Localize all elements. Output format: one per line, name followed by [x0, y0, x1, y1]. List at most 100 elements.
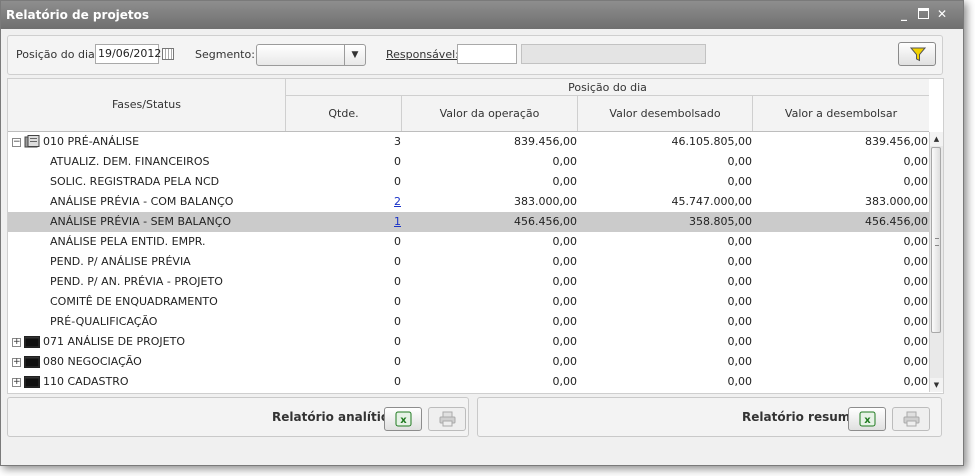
collapse-icon[interactable]: −	[12, 138, 21, 147]
maximize-icon[interactable]	[915, 6, 931, 22]
cell-value: 0,00	[727, 175, 753, 188]
scroll-up-icon[interactable]: ▲	[930, 132, 943, 146]
cell-valor-desembolsado: 0,00	[578, 252, 753, 272]
cell-value: 0	[394, 355, 401, 368]
cell-fase-status: +071 ANÁLISE DE PROJETO	[8, 332, 286, 352]
cell-fase-status: PEND. P/ ANÁLISE PRÉVIA	[8, 252, 286, 272]
svg-text:x: x	[400, 415, 407, 426]
segmento-select[interactable]: ▼	[256, 44, 366, 66]
cell-valor-desembolsado: 0,00	[578, 332, 753, 352]
header-qtde[interactable]: Qtde.	[286, 96, 402, 131]
cell-valor-operacao: 0,00	[402, 152, 578, 172]
cell-valor-operacao: 456.456,00	[402, 212, 577, 232]
header-fases[interactable]: Fases/Status	[8, 79, 286, 131]
svg-text:x: x	[864, 415, 871, 426]
cell-fase-status: ATUALIZ. DEM. FINANCEIROS	[8, 152, 286, 172]
cell-value: 0,00	[727, 235, 753, 248]
table-row[interactable]: PEND. P/ ANÁLISE PRÉVIA 0 0,00 0,00 0,00	[8, 252, 929, 272]
cell-qtde: 0	[286, 352, 401, 372]
cell-value: 456.456,00	[514, 215, 577, 228]
scroll-thumb[interactable]	[931, 147, 941, 333]
cell-value: 0,00	[727, 275, 753, 288]
cell-value: 383.000,00	[514, 195, 577, 208]
resumo-print-button[interactable]	[892, 407, 930, 431]
analitico-panel: Relatório analítico x	[7, 397, 469, 437]
cell-value: 839.456,00	[865, 135, 928, 148]
cell-qtde: 0	[286, 232, 401, 252]
table-row[interactable]: ANÁLISE PELA ENTID. EMPR. 0 0,00 0,00 0,00	[8, 232, 929, 252]
expand-icon[interactable]: +	[12, 378, 21, 387]
analitico-print-button[interactable]	[428, 407, 466, 431]
cell-value: 0,00	[552, 235, 578, 248]
cell-valor-operacao: 0,00	[402, 232, 578, 252]
table-row[interactable]: ANÁLISE PRÉVIA - SEM BALANÇO 1 456.456,00 3…	[8, 212, 929, 232]
cell-value: 0,00	[552, 355, 578, 368]
cell-value: 0,00	[727, 375, 753, 388]
cell-valor-desembolsado: 0,00	[578, 372, 753, 392]
minimize-icon[interactable]: _	[896, 6, 912, 22]
cell-fase-status: PEND. P/ AN. PRÉVIA - PROJETO	[8, 272, 286, 292]
responsavel-link[interactable]: Responsável:	[386, 48, 459, 61]
cell-value: 0,00	[552, 255, 578, 268]
cell-fase-status: +110 CADASTRO	[8, 372, 286, 392]
cell-value: 0	[394, 375, 401, 388]
table-row[interactable]: ATUALIZ. DEM. FINANCEIROS 0 0,00 0,00 0,00	[8, 152, 929, 172]
cell-value: 0,00	[903, 315, 929, 328]
row-label: ANÁLISE PELA ENTID. EMPR.	[50, 235, 206, 248]
calendar-icon[interactable]	[162, 48, 174, 60]
responsavel-code-input[interactable]	[457, 44, 517, 64]
cell-valor-operacao: 383.000,00	[402, 192, 577, 212]
table-row[interactable]: PRÉ-QUALIFICAÇÃO 0 0,00 0,00 0,00	[8, 312, 929, 332]
table-row[interactable]: − 010 PRÉ-ANÁLISE 3 839.456,00 46.105.805,00…	[8, 132, 929, 152]
resumo-excel-button[interactable]: x	[848, 407, 886, 431]
cell-value: 0,00	[903, 275, 929, 288]
table-row[interactable]: SOLIC. REGISTRADA PELA NCD 0 0,00 0,00 0,00	[8, 172, 929, 192]
cell-qtde: 0	[286, 312, 401, 332]
row-label: PEND. P/ ANÁLISE PRÉVIA	[50, 255, 191, 268]
vertical-scrollbar[interactable]: ▲ ▼	[929, 132, 943, 392]
cell-qtde: 3	[286, 132, 401, 152]
qtde-link[interactable]: 1	[394, 215, 401, 228]
cell-value: 0,00	[727, 355, 753, 368]
cell-value: 0,00	[903, 335, 929, 348]
qtde-link[interactable]: 2	[394, 195, 401, 208]
projects-grid: Fases/Status Posição do dia Qtde. Valor …	[7, 78, 944, 394]
table-row[interactable]: +071 ANÁLISE DE PROJETO 0 0,00 0,00 0,00	[8, 332, 929, 352]
cell-fase-status: +080 NEGOCIAÇÃO	[8, 352, 286, 372]
table-row[interactable]: PEND. P/ AN. PRÉVIA - PROJETO 0 0,00 0,00 0,…	[8, 272, 929, 292]
cell-value: 0,00	[903, 155, 929, 168]
cell-valor-operacao: 0,00	[402, 372, 578, 392]
expand-icon[interactable]: +	[12, 338, 21, 347]
cell-valor-operacao: 0,00	[402, 272, 578, 292]
cell-qtde: 0	[286, 172, 401, 192]
cell-value: 0,00	[903, 375, 929, 388]
cell-value: 0	[394, 175, 401, 188]
cell-valor-operacao: 0,00	[402, 352, 578, 372]
cell-valor-desembolsado: 0,00	[578, 172, 753, 192]
close-icon[interactable]: ✕	[934, 6, 950, 22]
header-valor-desembolsado[interactable]: Valor desembolsado	[578, 96, 753, 131]
cell-valor-desembolsado: 358.805,00	[578, 212, 752, 232]
cell-valor-desembolsado: 0,00	[578, 312, 753, 332]
cell-value: 0	[394, 315, 401, 328]
filter-button[interactable]	[898, 42, 936, 66]
cell-value: 0,00	[552, 155, 578, 168]
chevron-down-icon[interactable]: ▼	[344, 45, 365, 65]
table-row[interactable]: ANÁLISE PRÉVIA - COM BALANÇO 2 383.000,00 4…	[8, 192, 929, 212]
header-valor-a-desembolsar[interactable]: Valor a desembolsar	[753, 96, 929, 131]
cell-value: 0,00	[552, 275, 578, 288]
cell-value: 0,00	[727, 255, 753, 268]
table-row[interactable]: +080 NEGOCIAÇÃO 0 0,00 0,00 0,00	[8, 352, 929, 372]
table-row[interactable]: +110 CADASTRO 0 0,00 0,00 0,00	[8, 372, 929, 392]
cell-fase-status: − 010 PRÉ-ANÁLISE	[8, 132, 286, 152]
header-valor-operacao[interactable]: Valor da operação	[402, 96, 578, 131]
expand-icon[interactable]: +	[12, 358, 21, 367]
cell-valor-a-desembolsar: 0,00	[753, 292, 929, 312]
table-row[interactable]: COMITÊ DE ENQUADRAMENTO 0 0,00 0,00 0,00	[8, 292, 929, 312]
cell-value: 839.456,00	[514, 135, 577, 148]
cell-value: 0	[394, 295, 401, 308]
folder-icon	[24, 376, 40, 388]
analitico-excel-button[interactable]: x	[384, 407, 422, 431]
scroll-down-icon[interactable]: ▼	[930, 378, 943, 392]
date-input[interactable]: 19/06/2012	[95, 44, 161, 64]
